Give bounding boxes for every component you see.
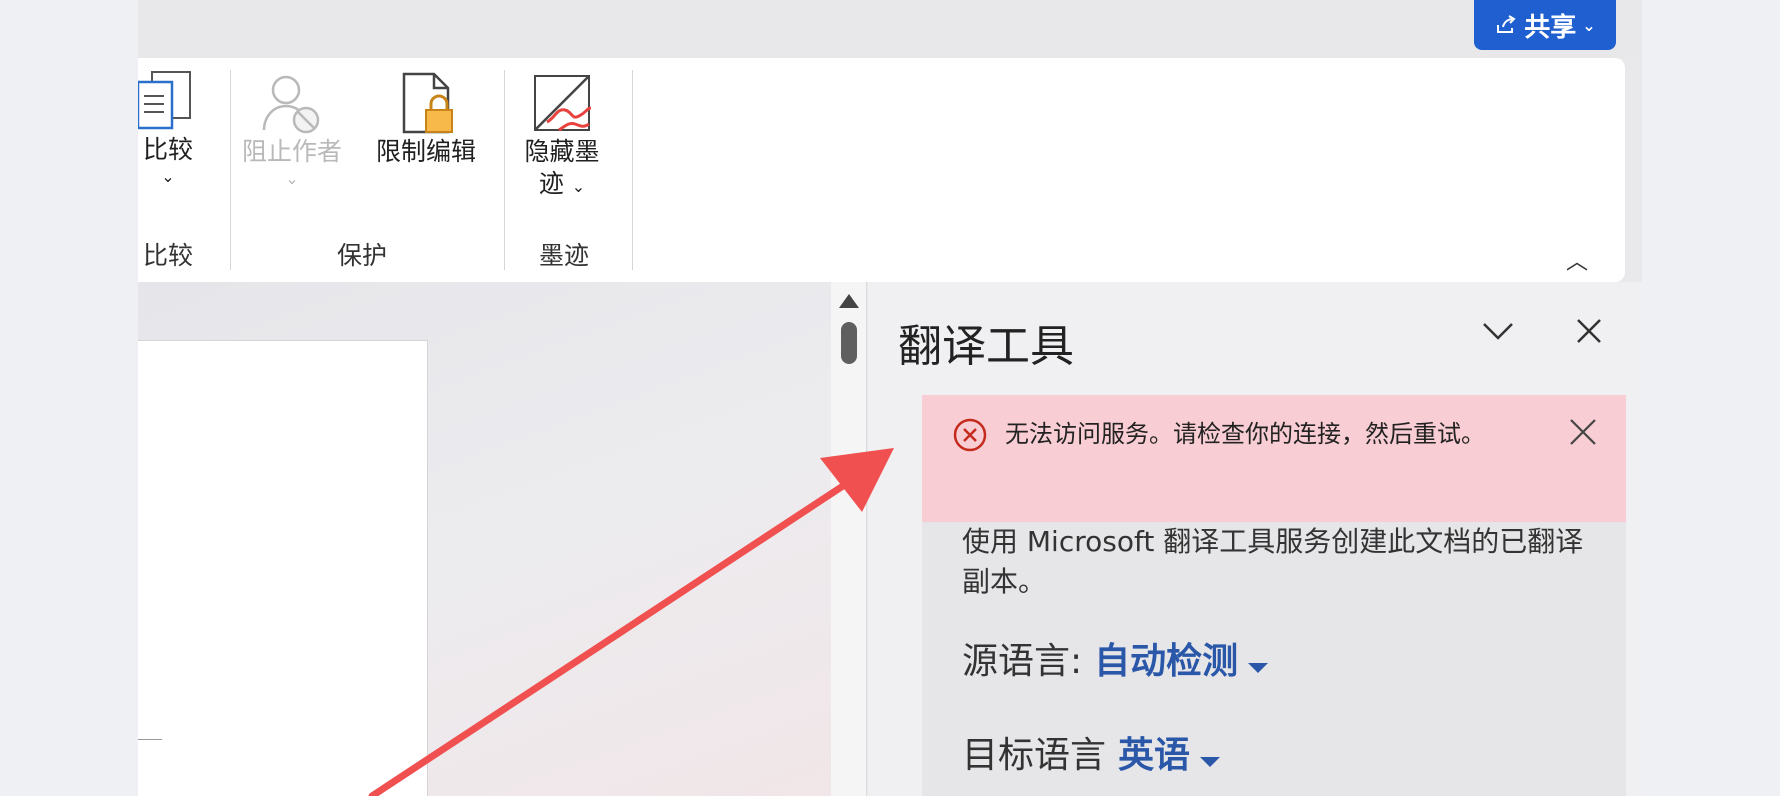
group-label-ink: 墨迹	[538, 241, 589, 270]
hide-ink-label-line2: 迹 ⌄	[538, 169, 586, 198]
target-language-value: 英语	[1118, 735, 1191, 776]
chevron-down-icon: ⌄	[571, 177, 586, 196]
translator-pane: 翻译工具 无法访问服务。请检查你的连接，然后重试。 使用 Microsoft 翻…	[868, 282, 1642, 796]
scroll-up-arrow-icon[interactable]	[839, 294, 859, 308]
document-lock-icon	[402, 72, 453, 134]
source-language-dropdown[interactable]: 自动检测	[1094, 632, 1269, 684]
share-button[interactable]: 共享 ⌄	[1474, 0, 1616, 50]
source-language-value: 自动检测	[1094, 641, 1239, 682]
error-circle-icon	[953, 418, 987, 452]
pane-title: 翻译工具	[898, 321, 1074, 372]
share-label: 共享	[1524, 12, 1577, 43]
source-language-label: 源语言:	[962, 641, 1083, 682]
title-bar: 共享 ⌄	[138, 0, 1642, 58]
hide-ink-button[interactable]: 隐藏墨 迹 ⌄	[510, 70, 614, 203]
scroll-thumb[interactable]	[841, 322, 857, 364]
ribbon-separator	[230, 70, 231, 270]
pane-options-chevron-icon[interactable]	[1480, 316, 1516, 346]
pane-close-icon[interactable]	[1574, 316, 1604, 346]
ribbon-group-ink: 隐藏墨 迹 ⌄ 墨迹	[506, 58, 626, 282]
hide-ink-icon	[534, 75, 592, 132]
compare-docs-icon	[138, 71, 191, 130]
word-window: 共享 ⌄ 比较 ⌄ 比较 阻止作者 ⌄ 限制编辑 保护 隐藏墨 迹 ⌄ 墨迹 ︿…	[138, 0, 1642, 796]
group-label-protect: 保护	[336, 241, 387, 270]
dropdown-caret-icon	[1200, 757, 1221, 767]
target-language-label: 目标语言	[962, 735, 1107, 776]
ribbon-group-protect: 阻止作者 ⌄ 限制编辑 保护	[232, 58, 502, 282]
ribbon-group-compare: 比较 ⌄ 比较	[138, 58, 228, 282]
restrict-editing-label: 限制编辑	[375, 137, 476, 166]
error-message-bar: 无法访问服务。请检查你的连接，然后重试。	[922, 395, 1626, 522]
chevron-down-icon: ⌄	[161, 167, 175, 186]
compare-button[interactable]: 比较 ⌄	[138, 68, 198, 188]
dropdown-caret-icon	[1248, 663, 1269, 673]
group-label-compare: 比较	[142, 241, 193, 270]
chevron-down-icon: ⌄	[285, 169, 299, 188]
translator-description: 使用 Microsoft 翻译工具服务创建此文档的已翻译副本。	[962, 525, 1584, 598]
error-message-text: 无法访问服务。请检查你的连接，然后重试。	[1005, 420, 1485, 448]
document-area[interactable]	[138, 282, 831, 796]
ribbon-separator	[632, 70, 633, 270]
ribbon-review-tab: 比较 ⌄ 比较 阻止作者 ⌄ 限制编辑 保护 隐藏墨 迹 ⌄ 墨迹 ︿	[138, 58, 1625, 282]
translator-content: 使用 Microsoft 翻译工具服务创建此文档的已翻译副本。 源语言: 自动检…	[922, 522, 1626, 796]
block-authors-button[interactable]: 阻止作者 ⌄	[232, 72, 352, 190]
vertical-scrollbar[interactable]	[831, 282, 867, 796]
ribbon-separator	[504, 70, 505, 270]
source-language-row: 源语言: 自动检测	[962, 632, 1269, 684]
share-icon	[1497, 15, 1516, 33]
hide-ink-label-line1: 隐藏墨	[524, 137, 600, 166]
dismiss-error-icon[interactable]	[1568, 417, 1598, 447]
margin-marker	[138, 739, 162, 740]
right-gutter	[1642, 0, 1780, 796]
document-page[interactable]	[138, 340, 428, 796]
target-language-row: 目标语言 英语	[962, 726, 1221, 778]
restrict-editing-button[interactable]: 限制编辑	[356, 72, 496, 168]
target-language-dropdown[interactable]: 英语	[1118, 726, 1221, 778]
screen: 共享 ⌄ 比较 ⌄ 比较 阻止作者 ⌄ 限制编辑 保护 隐藏墨 迹 ⌄ 墨迹 ︿…	[0, 0, 1780, 796]
block-author-icon	[262, 75, 320, 134]
compare-button-label: 比较	[142, 135, 193, 164]
block-authors-label: 阻止作者	[241, 137, 342, 166]
left-gutter	[0, 0, 138, 796]
chevron-down-icon: ⌄	[1582, 15, 1596, 35]
collapse-ribbon-icon[interactable]: ︿	[1566, 244, 1588, 276]
